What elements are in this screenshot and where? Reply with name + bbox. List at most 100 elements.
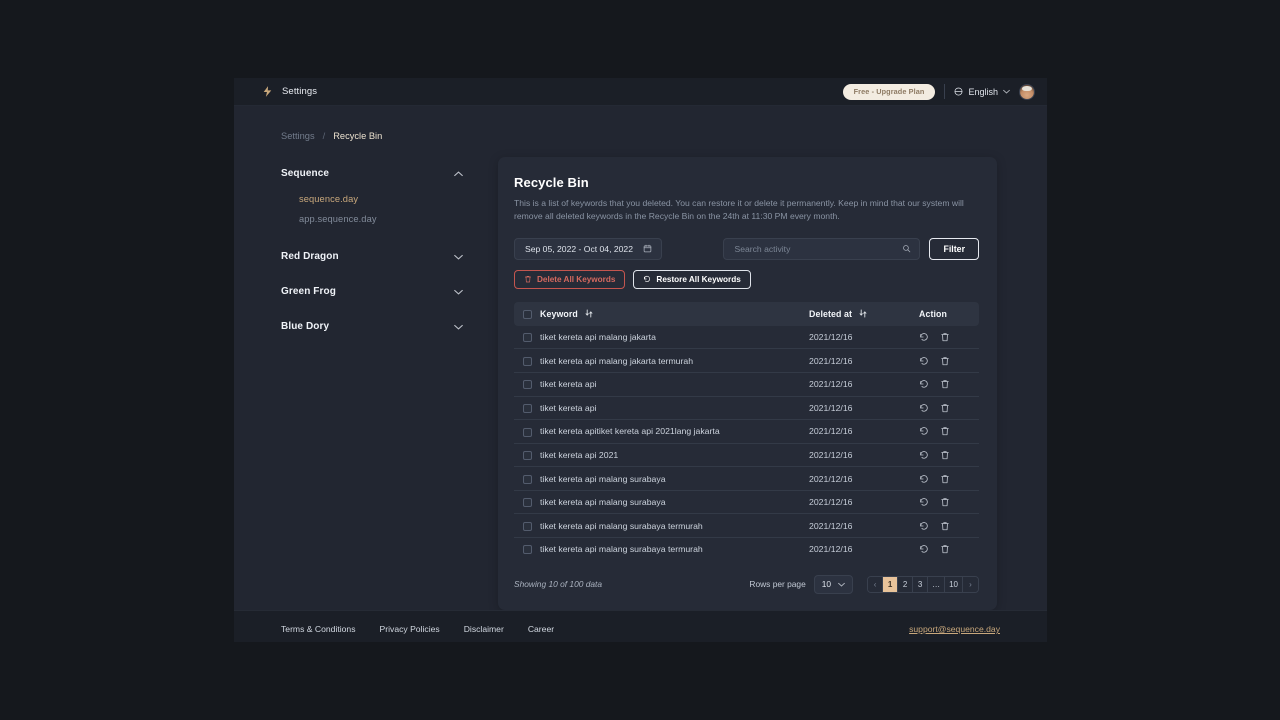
restore-all-keywords-button[interactable]: Restore All Keywords [633,269,751,289]
search-box[interactable] [723,237,921,260]
restore-icon[interactable] [919,544,929,554]
keyword-column-header[interactable]: Keyword [540,301,809,326]
footer-link-1[interactable]: Privacy Policies [380,624,440,634]
table-row: tiket kereta api 2021 2021/12/16 [514,443,979,468]
trash-icon[interactable] [940,403,950,413]
upgrade-plan-badge[interactable]: Free - Upgrade Plan [842,83,936,100]
deleted-at-cell: 2021/12/16 [809,372,919,397]
search-input[interactable] [734,243,903,254]
keyword-cell: tiket kereta api 2021 [540,443,809,468]
sidebar-group-green-frog[interactable]: Green Frog [281,280,476,303]
rows-per-page-select[interactable]: 10 [813,574,854,594]
support-email-link[interactable]: support@sequence.day [909,624,1000,634]
restore-icon[interactable] [919,332,929,342]
footer-link-2[interactable]: Disclaimer [464,624,504,634]
keyword-header-label: Keyword [540,308,578,319]
trash-icon[interactable] [940,356,950,366]
row-checkbox[interactable] [523,498,532,508]
action-cell [919,419,979,444]
restore-icon[interactable] [919,497,929,507]
trash-icon [525,276,531,283]
row-checkbox[interactable] [523,451,532,461]
delete-all-label: Delete All Keywords [537,274,616,284]
pagination: ‹ 1 2 3… 10 › [867,575,979,593]
date-range-picker[interactable]: Sep 05, 2022 - Oct 04, 2022 [514,237,662,260]
row-select-cell [514,490,540,515]
row-checkbox[interactable] [523,427,532,437]
row-select-cell [514,466,540,491]
table-body: tiket kereta api malang jakarta 2021/12/1… [514,325,979,561]
language-selector[interactable]: English [954,87,1010,97]
content-area: Settings / Recycle Bin Sequence sequence… [234,106,1047,610]
row-checkbox[interactable] [523,333,532,343]
deleted-at-cell: 2021/12/16 [809,443,919,468]
trash-icon[interactable] [940,474,950,484]
page-body: Settings / Recycle Bin Sequence sequence… [234,106,1047,642]
table-footer: Showing 10 of 100 data Rows per page 10 … [514,574,979,594]
row-checkbox[interactable] [523,380,532,390]
bulk-actions-row: Delete All Keywords Restore All Keywords [514,269,979,289]
pagination-prev-button[interactable]: ‹ [868,576,884,592]
pagination-next-button[interactable]: › [963,576,978,592]
chevron-down-icon [454,289,463,295]
footer-link-3[interactable]: Career [528,624,554,634]
trash-icon[interactable] [940,497,950,507]
trash-icon[interactable] [940,426,950,436]
sidebar-group-label: Sequence [281,168,330,179]
sidebar-group-blue-dory[interactable]: Blue Dory [281,315,476,338]
keywords-table: Keyword Deleted at Action tiket kereta a… [514,301,979,561]
row-checkbox[interactable] [523,521,532,531]
keyword-cell: tiket kereta api malang surabaya termura… [540,513,809,538]
row-checkbox[interactable] [523,545,532,555]
controls-row: Sep 05, 2022 - Oct 04, 2022 Search activ… [514,237,979,260]
sidebar-item-sequence-day[interactable]: sequence.day [281,189,476,209]
restore-icon[interactable] [919,403,929,413]
deleted-at-column-header[interactable]: Deleted at [809,301,919,326]
pagination-page-3[interactable]: 3 [913,576,929,592]
restore-icon [644,276,651,282]
filter-button[interactable]: Filter [929,237,979,260]
select-all-checkbox[interactable] [523,309,532,319]
trash-icon[interactable] [940,332,950,342]
restore-icon[interactable] [919,356,929,366]
sidebar-group-red-dragon[interactable]: Red Dragon [281,245,476,268]
restore-icon[interactable] [919,426,929,436]
pagination-page-2[interactable]: 2 [898,576,914,592]
pagination-page-…[interactable]: … [928,576,946,592]
action-cell [919,443,979,468]
restore-all-label: Restore All Keywords [656,274,741,284]
sidebar-item-app-sequence-day[interactable]: app.sequence.day [281,209,476,229]
trash-icon[interactable] [940,521,950,531]
table-header-row: Keyword Deleted at Action [514,301,979,326]
restore-icon[interactable] [919,521,929,531]
row-checkbox[interactable] [523,403,532,413]
trash-icon[interactable] [940,450,950,460]
row-checkbox[interactable] [523,474,532,484]
pagination-page-10[interactable]: 10 [945,576,963,592]
delete-all-keywords-button[interactable]: Delete All Keywords [514,269,626,289]
restore-icon[interactable] [919,379,929,389]
main-row: Sequence sequence.day app.sequence.day R… [281,157,997,610]
avatar[interactable] [1019,83,1035,100]
keyword-cell: tiket kereta api malang jakarta [540,325,809,350]
table-row: tiket kereta api malang jakarta termurah… [514,348,979,373]
page-footer: Terms & Conditions Privacy Policies Discla… [234,609,1047,642]
restore-icon[interactable] [919,450,929,460]
row-checkbox[interactable] [523,356,532,366]
trash-icon[interactable] [940,379,950,389]
globe-icon [955,87,963,96]
table-head: Keyword Deleted at Action [514,301,979,326]
table-row: tiket kereta api malang surabaya termura… [514,538,979,561]
keyword-cell: tiket kereta api malang surabaya termura… [540,544,703,555]
action-cell [919,325,979,350]
row-select-cell [514,443,540,468]
top-bar-right: Free - Upgrade Plan English [842,83,1035,100]
chevron-down-icon [838,582,845,587]
pagination-page-1[interactable]: 1 [883,576,899,592]
sidebar-group-sequence[interactable]: Sequence [281,162,476,185]
breadcrumb-settings[interactable]: Settings [281,131,315,141]
footer-link-0[interactable]: Terms & Conditions [281,624,356,634]
trash-icon[interactable] [940,544,950,554]
restore-icon[interactable] [919,474,929,484]
